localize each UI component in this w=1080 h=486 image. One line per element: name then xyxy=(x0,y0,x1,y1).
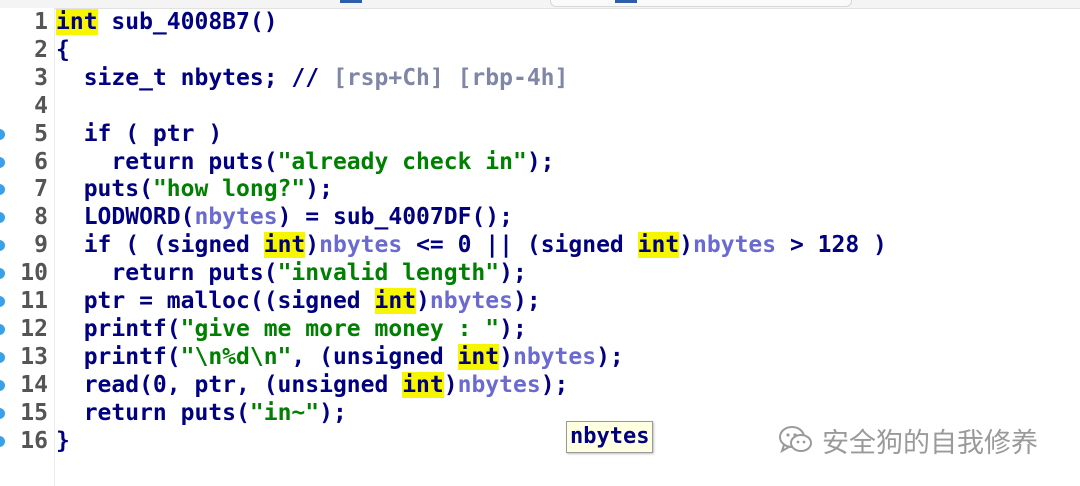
tab-indicator xyxy=(340,0,362,3)
code-token[interactable]: ); xyxy=(596,344,624,370)
code-text[interactable]: read(0, ptr, (unsigned int)nbytes); xyxy=(56,371,568,399)
code-text[interactable]: return puts("in~"); xyxy=(56,399,347,427)
code-token[interactable]: return puts( xyxy=(56,260,277,286)
tab-indicator xyxy=(615,0,637,3)
line-number: 16 xyxy=(20,427,48,454)
code-text[interactable]: { xyxy=(56,36,70,64)
code-text[interactable]: printf("\n%d\n", (unsigned int)nbytes); xyxy=(56,343,624,371)
line-number: 10 xyxy=(20,260,48,287)
watermark: 安全狗的自我修养 xyxy=(778,420,1038,460)
type-keyword-highlight[interactable]: int xyxy=(374,288,417,314)
code-text[interactable]: return puts("already check in"); xyxy=(56,148,555,176)
line-number: 5 xyxy=(34,120,48,147)
line-number: 1 xyxy=(34,9,48,35)
line-number: 4 xyxy=(34,92,48,119)
code-token[interactable]: ) xyxy=(444,372,458,398)
code-token[interactable]: ); xyxy=(499,260,527,286)
code-token[interactable]: puts( xyxy=(56,176,153,202)
code-text[interactable]: ptr = malloc((signed int)nbytes); xyxy=(56,287,541,315)
code-token[interactable]: <= 0 || (signed xyxy=(402,232,637,258)
code-token[interactable]: > 128 ) xyxy=(776,232,887,258)
code-token[interactable]: ) xyxy=(416,288,430,314)
code-token[interactable]: ); xyxy=(513,288,541,314)
code-text[interactable]: puts("how long?"); xyxy=(56,175,333,203)
string-literal[interactable]: "already check in" xyxy=(278,149,527,175)
code-text[interactable]: if ( (signed int)nbytes <= 0 || (signed … xyxy=(56,231,887,259)
type-keyword-highlight[interactable]: int xyxy=(263,232,306,259)
string-literal[interactable]: "give me more money : " xyxy=(181,316,500,342)
watermark-text: 安全狗的自我修养 xyxy=(822,427,1038,459)
line-number: 8 xyxy=(34,204,48,231)
code-token[interactable]: read(0, ptr, (unsigned xyxy=(56,372,402,398)
string-literal[interactable]: "how long?" xyxy=(153,176,305,202)
line-number: 7 xyxy=(34,176,48,203)
type-keyword-highlight[interactable]: int xyxy=(56,9,98,35)
variable-token[interactable]: nbytes xyxy=(319,232,402,258)
line-number: 2 xyxy=(34,36,48,63)
code-token[interactable]: ); xyxy=(319,400,347,426)
line-number: 11 xyxy=(20,288,48,314)
code-text[interactable]: } xyxy=(56,427,70,455)
line-number: 3 xyxy=(34,64,48,91)
variable-token[interactable]: nbytes xyxy=(693,232,776,258)
string-literal[interactable]: "invalid length" xyxy=(278,260,500,286)
code-token[interactable]: ) xyxy=(499,344,513,370)
code-token[interactable]: if ( (signed xyxy=(56,232,264,258)
tab[interactable] xyxy=(550,0,852,7)
type-keyword-highlight[interactable]: int xyxy=(637,232,680,259)
code-text[interactable]: LODWORD(nbytes) = sub_4007DF(); xyxy=(56,203,513,231)
code-token[interactable]: ) = sub_4007DF(); xyxy=(278,204,513,230)
type-keyword-highlight[interactable]: int xyxy=(402,371,444,398)
variable-token[interactable]: nbytes xyxy=(194,204,277,230)
comment-token[interactable]: [rsp+Ch] [rbp-4h] xyxy=(333,65,568,91)
line-number: 13 xyxy=(20,343,48,370)
code-token[interactable]: ) xyxy=(679,232,693,258)
line-number: 9 xyxy=(34,232,48,259)
code-token[interactable]: return puts( xyxy=(56,400,250,426)
line-number: 6 xyxy=(34,148,48,175)
wechat-icon xyxy=(779,426,812,454)
identifier-tooltip: nbytes xyxy=(566,421,654,453)
code-text[interactable]: size_t nbytes; // [rsp+Ch] [rbp-4h] xyxy=(56,64,569,92)
type-keyword-highlight[interactable]: int xyxy=(457,343,500,370)
code-text[interactable]: printf("give me more money : "); xyxy=(56,315,527,343)
line-number: 15 xyxy=(20,399,48,426)
line-number: 12 xyxy=(20,315,48,342)
code-token[interactable]: sub_4008B7() xyxy=(98,9,277,35)
code-token[interactable]: ); xyxy=(527,149,555,175)
code-token[interactable]: printf( xyxy=(56,344,181,370)
string-literal[interactable]: "\n%d\n" xyxy=(181,344,292,370)
code-token[interactable]: size_t nbytes; // xyxy=(56,65,333,91)
code-token[interactable]: { xyxy=(56,37,70,63)
code-token[interactable]: ); xyxy=(305,176,333,202)
code-token[interactable]: ) xyxy=(305,232,319,258)
variable-token[interactable]: nbytes xyxy=(513,344,596,370)
code-token[interactable]: printf( xyxy=(56,316,181,342)
code-token[interactable]: ); xyxy=(499,316,527,342)
code-token[interactable]: return puts( xyxy=(56,149,277,175)
code-token[interactable]: if ( ptr ) xyxy=(56,121,222,147)
variable-token[interactable]: nbytes xyxy=(430,288,513,314)
string-literal[interactable]: "in~" xyxy=(250,400,319,426)
code-text[interactable]: int sub_4008B7() xyxy=(56,8,278,36)
code-text[interactable]: if ( ptr ) xyxy=(56,120,222,148)
code-token[interactable]: LODWORD( xyxy=(56,204,195,230)
code-token[interactable]: ); xyxy=(541,372,569,398)
code-token[interactable]: ptr = malloc((signed xyxy=(56,288,375,314)
code-token[interactable]: } xyxy=(56,428,70,454)
code-token[interactable]: , (unsigned xyxy=(291,344,457,370)
variable-token[interactable]: nbytes xyxy=(458,372,541,398)
code-text[interactable]: return puts("invalid length"); xyxy=(56,259,527,287)
line-number: 14 xyxy=(20,371,48,398)
